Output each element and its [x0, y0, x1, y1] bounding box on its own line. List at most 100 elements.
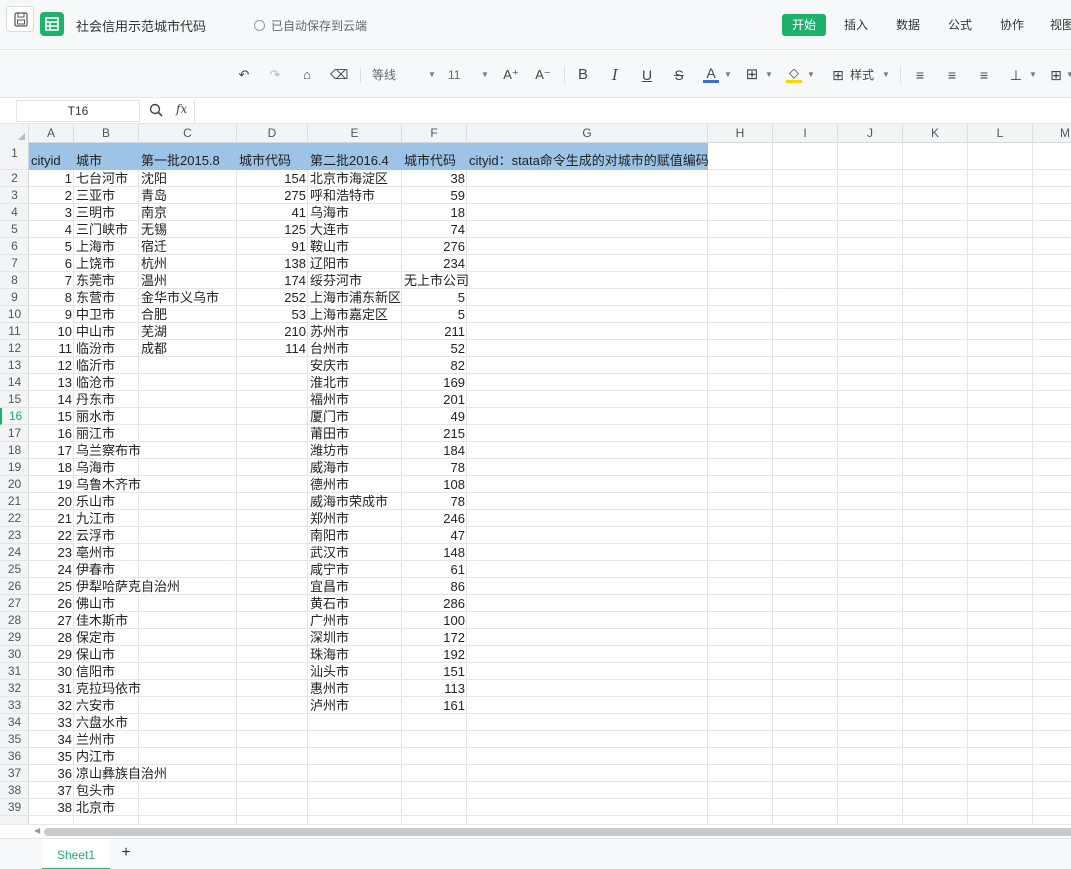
cell-a6[interactable]: 5	[29, 238, 74, 254]
scroll-left-icon[interactable]: ◀	[34, 826, 40, 835]
cell-b6[interactable]: 上海市	[74, 238, 117, 254]
cell-e13[interactable]: 安庆市	[308, 357, 351, 373]
cell-e9[interactable]: 上海市浦东新区	[308, 289, 403, 305]
cell-f7[interactable]: 234	[402, 255, 467, 271]
row-header[interactable]: 18	[0, 442, 29, 459]
cell-a26[interactable]: 25	[29, 578, 74, 594]
cell-e31[interactable]: 汕头市	[308, 663, 351, 679]
cell-a22[interactable]: 21	[29, 510, 74, 526]
cell-a9[interactable]: 8	[29, 289, 74, 305]
row-header[interactable]: 12	[0, 340, 29, 357]
cell-a7[interactable]: 6	[29, 255, 74, 271]
cell-a11[interactable]: 10	[29, 323, 74, 339]
tab-data[interactable]: 数据	[896, 14, 920, 36]
cell-a33[interactable]: 32	[29, 697, 74, 713]
merge-icon[interactable]: ⊞	[1048, 65, 1064, 85]
cell-a8[interactable]: 7	[29, 272, 74, 288]
row-header[interactable]: 37	[0, 765, 29, 782]
redo-icon[interactable]: ↷	[266, 65, 284, 85]
cell-b32[interactable]: 克拉玛依市	[74, 680, 143, 696]
cell-f23[interactable]: 47	[402, 527, 467, 543]
cell-b14[interactable]: 临沧市	[74, 374, 117, 390]
row-header[interactable]: 22	[0, 510, 29, 527]
column-header-f[interactable]: F	[402, 124, 467, 143]
cell-g1[interactable]: cityid：stata命令生成的对城市的赋值编码	[467, 143, 711, 169]
row-header[interactable]: 20	[0, 476, 29, 493]
cell-e17[interactable]: 莆田市	[308, 425, 351, 441]
cell-style-icon[interactable]: ⊞	[830, 65, 846, 85]
cell-e20[interactable]: 德州市	[308, 476, 351, 492]
row-header[interactable]: 35	[0, 731, 29, 748]
name-box[interactable]: T16	[16, 100, 140, 122]
cell-area[interactable]: cityid 城市 第一批2015.8 城市代码 第二批2016.4 城市代码 cityid…	[29, 143, 1071, 824]
cell-b20[interactable]: 乌鲁木齐市	[74, 476, 143, 492]
cell-a34[interactable]: 33	[29, 714, 74, 730]
row-header[interactable]: 13	[0, 357, 29, 374]
cell-e19[interactable]: 威海市	[308, 459, 351, 475]
style-button[interactable]: 样式	[850, 65, 878, 85]
column-header-i[interactable]: I	[773, 124, 838, 143]
cell-a16[interactable]: 15	[29, 408, 74, 424]
row-header[interactable]: 24	[0, 544, 29, 561]
cell-b2[interactable]: 七台河市	[74, 170, 130, 186]
cell-b29[interactable]: 保定市	[74, 629, 117, 645]
cell-a39[interactable]: 38	[29, 799, 74, 815]
cell-e24[interactable]: 武汉市	[308, 544, 351, 560]
cell-a27[interactable]: 26	[29, 595, 74, 611]
cell-a5[interactable]: 4	[29, 221, 74, 237]
cell-e5[interactable]: 大连市	[308, 221, 351, 237]
row-header[interactable]: 5	[0, 221, 29, 238]
cell-f20[interactable]: 108	[402, 476, 467, 492]
row-header[interactable]: 7	[0, 255, 29, 272]
row-header[interactable]: 33	[0, 697, 29, 714]
cell-a30[interactable]: 29	[29, 646, 74, 662]
cell-a10[interactable]: 9	[29, 306, 74, 322]
cell-e30[interactable]: 珠海市	[308, 646, 351, 662]
cell-b25[interactable]: 伊春市	[74, 561, 117, 577]
increase-font-icon[interactable]: A⁺	[502, 65, 520, 85]
cell-a35[interactable]: 34	[29, 731, 74, 747]
cell-f5[interactable]: 74	[402, 221, 467, 237]
cell-f11[interactable]: 211	[402, 323, 467, 339]
cell-f14[interactable]: 169	[402, 374, 467, 390]
scroll-thumb[interactable]	[44, 828, 1071, 836]
cell-e11[interactable]: 苏州市	[308, 323, 351, 339]
align-right-icon[interactable]: ≡	[976, 65, 992, 85]
cell-a24[interactable]: 23	[29, 544, 74, 560]
cell-e10[interactable]: 上海市嘉定区	[308, 306, 390, 322]
cell-c2[interactable]: 沈阳	[139, 170, 169, 186]
cell-c12[interactable]: 成都	[139, 340, 169, 356]
cell-a17[interactable]: 16	[29, 425, 74, 441]
column-header-m[interactable]: M	[1033, 124, 1071, 143]
clear-format-icon[interactable]: ⌫	[330, 65, 348, 85]
cell-f15[interactable]: 201	[402, 391, 467, 407]
cell-c7[interactable]: 杭州	[139, 255, 169, 271]
row-header[interactable]: 23	[0, 527, 29, 544]
row-header[interactable]: 11	[0, 323, 29, 340]
cell-b30[interactable]: 保山市	[74, 646, 117, 662]
cell-b33[interactable]: 六安市	[74, 697, 117, 713]
valign-bottom-icon[interactable]: ⊥	[1008, 65, 1024, 85]
cell-f3[interactable]: 59	[402, 187, 467, 203]
cell-b10[interactable]: 中卫市	[74, 306, 117, 322]
cell-c8[interactable]: 温州	[139, 272, 169, 288]
cell-f32[interactable]: 113	[402, 680, 467, 696]
cell-e2[interactable]: 北京市海淀区	[308, 170, 390, 186]
row-header[interactable]: 15	[0, 391, 29, 408]
row-header[interactable]: 26	[0, 578, 29, 595]
undo-icon[interactable]: ↶	[235, 65, 253, 85]
cell-d10[interactable]: 53	[237, 306, 308, 322]
cell-f12[interactable]: 52	[402, 340, 467, 356]
cell-b23[interactable]: 云浮市	[74, 527, 117, 543]
row-header[interactable]: 2	[0, 170, 29, 187]
search-icon[interactable]	[148, 102, 164, 118]
row-header[interactable]: 28	[0, 612, 29, 629]
column-header-j[interactable]: J	[838, 124, 903, 143]
cell-e27[interactable]: 黄石市	[308, 595, 351, 611]
row-header[interactable]: 10	[0, 306, 29, 323]
cell-a12[interactable]: 11	[29, 340, 74, 356]
cell-c3[interactable]: 青岛	[139, 187, 169, 203]
cell-b7[interactable]: 上饶市	[74, 255, 117, 271]
cell-a29[interactable]: 28	[29, 629, 74, 645]
select-all-corner[interactable]	[0, 124, 29, 143]
